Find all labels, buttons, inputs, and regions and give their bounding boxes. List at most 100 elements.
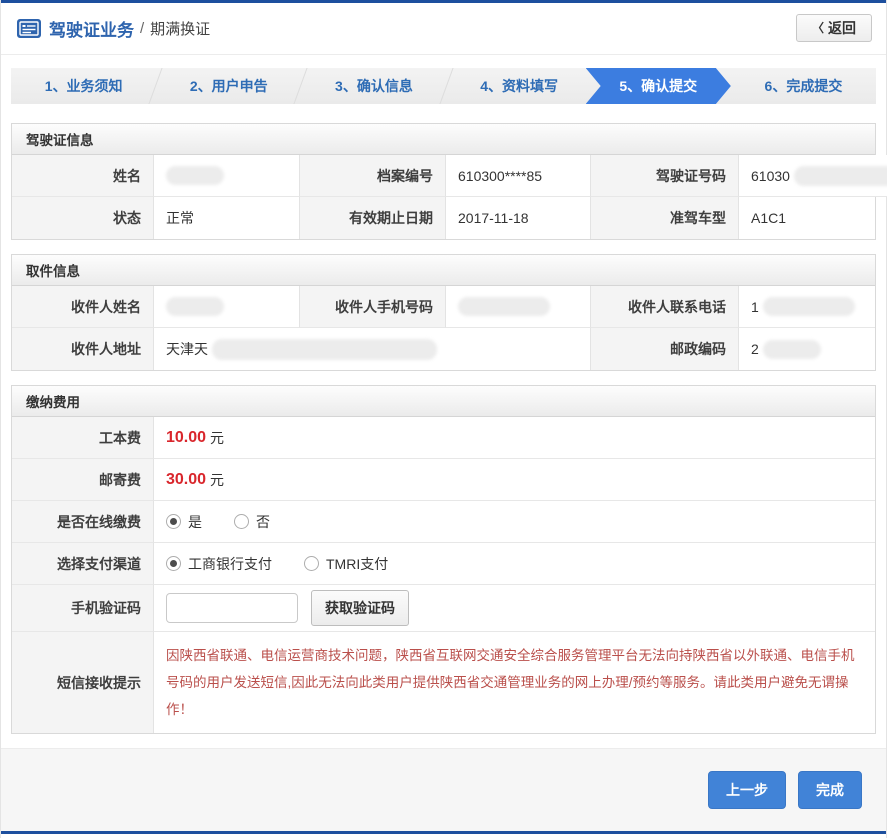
step-2-user-declaration[interactable]: 2、用户申告 — [156, 68, 310, 104]
license-info-title: 驾驶证信息 — [12, 124, 875, 155]
postage-fee-label: 邮寄费 — [12, 459, 153, 501]
recipient-mobile-value — [445, 286, 590, 328]
redacted-address — [212, 338, 437, 360]
pickup-info-title: 取件信息 — [12, 255, 875, 286]
license-business-icon — [17, 19, 41, 38]
online-pay-options: 是 否 — [153, 501, 875, 543]
license-info-row-1: 姓名 档案编号 610300****85 驾驶证号码 61030 — [12, 155, 887, 197]
step-1-business-notice[interactable]: 1、业务须知 — [11, 68, 165, 104]
sms-notice-row: 短信接收提示 因陕西省联通、电信运营商技术问题，陕西省互联网交通安全综合服务管理… — [12, 632, 875, 733]
redacted-name — [166, 166, 224, 185]
address-prefix: 天津天 — [166, 341, 208, 357]
finish-button[interactable]: 完成 — [798, 771, 862, 809]
vehicle-type-value: A1C1 — [738, 197, 875, 239]
status-value: 正常 — [153, 197, 299, 239]
page-title: 驾驶证业务 — [49, 21, 134, 40]
pickup-info-row-2: 收件人地址 天津天 邮政编码 2 — [12, 328, 875, 370]
expiry-value: 2017-11-18 — [445, 197, 590, 239]
back-button[interactable]: 〈 返回 — [795, 14, 872, 42]
production-fee-label: 工本费 — [12, 417, 153, 459]
recipient-phone-label: 收件人联系电话 — [590, 286, 738, 328]
fee-row-production: 工本费 10.00 元 — [12, 417, 875, 459]
sms-code-field-group: 获取验证码 — [153, 585, 875, 632]
payment-channel-label: 选择支付渠道 — [12, 543, 153, 585]
online-pay-label: 是否在线缴费 — [12, 501, 153, 543]
channel-option-icbc[interactable]: 工商银行支付 — [166, 554, 272, 574]
previous-step-button[interactable]: 上一步 — [708, 771, 786, 809]
file-no-label: 档案编号 — [299, 155, 445, 197]
step-label: 1、业务须知 — [44, 78, 123, 94]
radio-no-label: 否 — [256, 513, 270, 530]
page: 驾驶证业务 / 期满换证 〈 返回 1、业务须知 2、用户申告 3、确认信息 4… — [0, 0, 887, 838]
recipient-name-label: 收件人姓名 — [12, 286, 153, 328]
postcode-value: 2 — [738, 328, 875, 370]
recipient-mobile-label: 收件人手机号码 — [299, 286, 445, 328]
step-label: 3、确认信息 — [335, 78, 413, 94]
production-fee-value: 10.00 元 — [153, 417, 875, 459]
redacted-license-no — [793, 165, 887, 186]
redacted-postcode — [762, 339, 821, 359]
recipient-address-value: 天津天 — [153, 328, 590, 370]
step-label: 5、确认提交 — [619, 78, 698, 94]
payment-channel-options: 工商银行支付 TMRI支付 — [153, 543, 875, 585]
get-code-button[interactable]: 获取验证码 — [311, 590, 409, 626]
file-no-value: 610300****85 — [445, 155, 590, 197]
name-value — [153, 155, 299, 197]
payment-channel-row: 选择支付渠道 工商银行支付 TMRI支付 — [12, 543, 875, 585]
sms-notice-text: 因陕西省联通、电信运营商技术问题，陕西省互联网交通安全综合服务管理平台无法向持陕… — [166, 648, 855, 717]
license-no-value: 61030 — [738, 155, 887, 197]
sms-notice-value: 因陕西省联通、电信运营商技术问题，陕西省互联网交通安全综合服务管理平台无法向持陕… — [153, 632, 875, 733]
radio-yes-icon[interactable] — [166, 514, 181, 529]
license-info-row-2: 状态 正常 有效期止日期 2017-11-18 准驾车型 A1C1 — [12, 197, 875, 239]
vehicle-type-label: 准驾车型 — [590, 197, 738, 239]
status-label: 状态 — [12, 197, 153, 239]
chevron-left-icon: 〈 — [811, 21, 824, 35]
recipient-name-value — [153, 286, 299, 328]
online-pay-option-yes[interactable]: 是 — [166, 512, 202, 532]
postage-fee-amount: 30.00 — [166, 470, 207, 488]
step-label: 6、完成提交 — [764, 78, 843, 94]
channel-option-tmri[interactable]: TMRI支付 — [304, 554, 388, 574]
step-label: 4、资料填写 — [480, 78, 558, 94]
phone-prefix: 1 — [751, 298, 759, 315]
postcode-prefix: 2 — [751, 341, 759, 357]
online-pay-option-no[interactable]: 否 — [234, 512, 270, 532]
sms-code-label: 手机验证码 — [12, 585, 153, 632]
license-info-section: 驾驶证信息 姓名 档案编号 610300****85 驾驶证号码 61030 状… — [11, 123, 887, 240]
back-button-label: 返回 — [828, 20, 856, 36]
postcode-label: 邮政编码 — [590, 328, 738, 370]
payment-title: 缴纳费用 — [12, 386, 875, 417]
name-label: 姓名 — [12, 155, 153, 197]
step-4-fill-data[interactable]: 4、资料填写 — [447, 68, 592, 104]
radio-yes-label: 是 — [188, 513, 202, 530]
radio-no-icon[interactable] — [234, 514, 249, 529]
sms-notice-label: 短信接收提示 — [12, 632, 153, 733]
radio-icbc-icon[interactable] — [166, 556, 181, 571]
step-5-confirm-submit[interactable]: 5、确认提交 — [586, 68, 731, 104]
expiry-label: 有效期止日期 — [299, 197, 445, 239]
pickup-info-row-1: 收件人姓名 收件人手机号码 收件人联系电话 1 — [12, 286, 875, 328]
postage-fee-unit: 元 — [210, 471, 225, 488]
radio-tmri-icon[interactable] — [304, 556, 319, 571]
footer-action-bar: 上一步 完成 — [1, 748, 886, 831]
sms-code-row: 手机验证码 获取验证码 — [12, 585, 875, 632]
step-6-complete-submit[interactable]: 6、完成提交 — [731, 68, 876, 104]
payment-section: 缴纳费用 工本费 10.00 元 邮寄费 30.00 元 是否在线缴费 是 否 … — [11, 385, 876, 734]
step-3-confirm-info[interactable]: 3、确认信息 — [301, 68, 455, 104]
breadcrumb-separator: / — [140, 20, 145, 37]
radio-icbc-label: 工商银行支付 — [188, 555, 272, 572]
production-fee-amount: 10.00 — [166, 428, 207, 446]
bottom-margin — [1, 834, 886, 838]
page-header: 驾驶证业务 / 期满换证 〈 返回 — [1, 3, 886, 55]
step-label: 2、用户申告 — [189, 78, 268, 94]
recipient-phone-value: 1 — [738, 286, 875, 328]
license-no-label: 驾驶证号码 — [590, 155, 738, 197]
redacted-mobile — [458, 297, 550, 316]
recipient-address-label: 收件人地址 — [12, 328, 153, 370]
step-bar: 1、业务须知 2、用户申告 3、确认信息 4、资料填写 5、确认提交 6、完成提… — [11, 68, 876, 104]
postage-fee-value: 30.00 元 — [153, 459, 875, 501]
breadcrumb-current: 期满换证 — [150, 21, 211, 38]
redacted-phone — [762, 297, 855, 316]
sms-code-input[interactable] — [166, 593, 298, 623]
pickup-info-section: 取件信息 收件人姓名 收件人手机号码 收件人联系电话 1 收件人地址 天津天 邮… — [11, 254, 876, 371]
